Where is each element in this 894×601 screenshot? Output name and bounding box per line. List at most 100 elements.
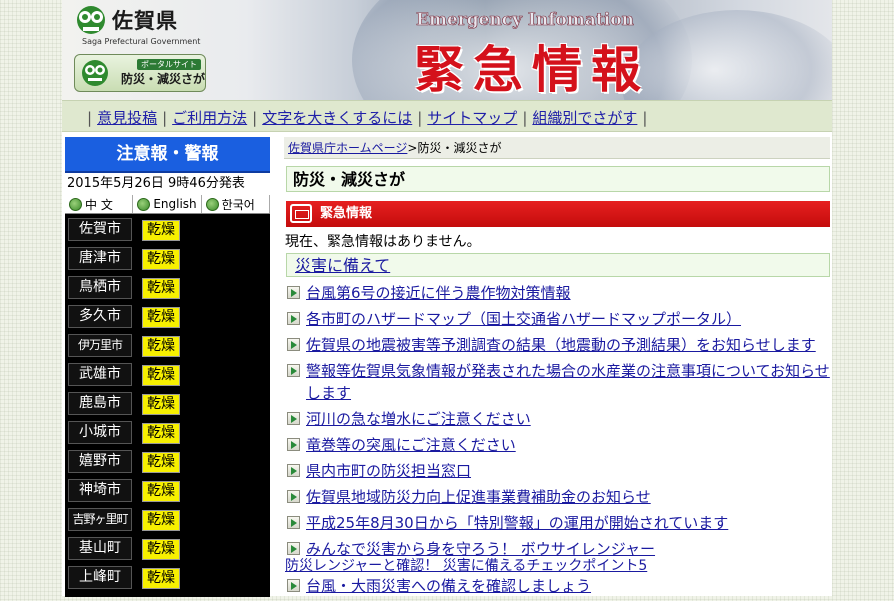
- portal-label: 防災・減災さが: [121, 72, 206, 86]
- section-heading-link[interactable]: 災害に備えて: [295, 256, 390, 275]
- list-item: 台風・大雨災害への備えを確認しましょう: [287, 575, 832, 597]
- arrow-icon: [287, 286, 300, 299]
- link-typhoon-preparation[interactable]: 台風・大雨災害への備えを確認しましょう: [306, 575, 591, 597]
- section-heading: 災害に備えて: [286, 253, 830, 277]
- dry-warning-badge: 乾燥: [142, 481, 180, 502]
- breadcrumb-home-link[interactable]: 佐賀県庁ホームページ: [288, 141, 407, 155]
- link-river-rise[interactable]: 河川の急な増水にご注意ください: [306, 408, 531, 430]
- city-warning-row[interactable]: 鹿島市 乾燥: [65, 388, 270, 417]
- dry-warning-badge: 乾燥: [142, 336, 180, 357]
- warnings-issued-time: 2015年5月26日 9時46分発表: [65, 173, 270, 195]
- city-name: 神埼市: [68, 479, 132, 502]
- list-item: 河川の急な増水にご注意ください: [287, 408, 832, 430]
- top-navigation: | 意見投稿 | ご利用方法 | 文字を大きくするには | サイトマップ | 組織別でさがす |: [62, 100, 832, 132]
- dry-warning-badge: 乾燥: [142, 249, 180, 270]
- city-name: 武雄市: [68, 363, 132, 386]
- nav-separator: |: [417, 109, 423, 127]
- city-warning-row[interactable]: 基山町 乾燥: [65, 533, 270, 562]
- dry-warning-badge: 乾燥: [142, 539, 180, 560]
- emergency-notice: 現在、緊急情報はありません。: [285, 234, 481, 250]
- header-banner: 佐賀県 Saga Prefectural Government ポータルサイト …: [62, 0, 832, 100]
- nav-link-howto[interactable]: ご利用方法: [172, 109, 247, 127]
- city-name: 鳥栖市: [68, 276, 132, 299]
- link-subsidy[interactable]: 佐賀県地域防災力向上促進事業費補助金のお知らせ: [306, 486, 651, 508]
- city-warning-row[interactable]: 上峰町 乾燥: [65, 562, 270, 591]
- city-warning-row[interactable]: 鳥栖市 乾燥: [65, 272, 270, 301]
- dry-warning-badge: 乾燥: [142, 307, 180, 328]
- disaster-prep-link-list: 台風第6号の接近に伴う農作物対策情報 各市町のハザードマップ（国土交通省ハザード…: [287, 282, 832, 564]
- link-special-warning[interactable]: 平成25年8月30日から「特別警報」の運用が開始されています: [306, 512, 728, 534]
- link-fisheries-notice[interactable]: 警報等佐賀県気象情報が発表された場合の水産業の注意事項についてお知らせします: [306, 360, 832, 404]
- city-name: 嬉野市: [68, 450, 132, 473]
- saga-emblem-icon: [77, 6, 105, 34]
- breadcrumb: 佐賀県庁ホームページ>防災・減災さが: [284, 137, 830, 159]
- arrow-icon: [287, 542, 300, 555]
- logo-subtitle: Saga Prefectural Government: [82, 37, 201, 46]
- lang-english[interactable]: English: [133, 195, 202, 213]
- city-warning-row[interactable]: 唐津市 乾燥: [65, 243, 270, 272]
- language-selector: 中 文 English 한국어: [65, 195, 270, 214]
- bousai-emblem-icon: [82, 60, 108, 86]
- list-item: 佐賀県の地震被害等予測調査の結果（地震動の予測結果）をお知らせします: [287, 334, 832, 356]
- checkpoint-link-row: 防災レンジャーと確認！ 災害に備えるチェックポイント5: [285, 555, 647, 575]
- city-warning-row[interactable]: 伊万里市 乾燥: [65, 330, 270, 359]
- bousai-portal-button[interactable]: ポータルサイト 防災・減災さが: [74, 54, 206, 92]
- lang-label: English: [153, 197, 197, 211]
- city-name: 小城市: [68, 421, 132, 444]
- nav-link-opinion[interactable]: 意見投稿: [97, 109, 157, 127]
- city-warning-row[interactable]: 神埼市 乾燥: [65, 475, 270, 504]
- list-item: 各市町のハザードマップ（国土交通省ハザードマップポータル）: [287, 308, 832, 330]
- arrow-icon: [287, 364, 300, 377]
- city-warning-row[interactable]: 佐賀市 乾燥: [65, 214, 270, 243]
- portal-tag: ポータルサイト: [137, 59, 201, 70]
- lang-korean[interactable]: 한국어: [202, 195, 270, 213]
- saga-prefecture-logo[interactable]: 佐賀県 Saga Prefectural Government: [74, 3, 206, 47]
- city-name: 佐賀市: [68, 218, 132, 241]
- lang-chinese[interactable]: 中 文: [65, 195, 134, 213]
- dry-warning-badge: 乾燥: [142, 365, 180, 386]
- nav-separator: |: [252, 109, 258, 127]
- list-item: 佐賀県地域防災力向上促進事業費補助金のお知らせ: [287, 486, 832, 508]
- arrow-icon: [287, 490, 300, 503]
- city-name: 唐津市: [68, 247, 132, 270]
- nav-link-sitemap[interactable]: サイトマップ: [427, 109, 517, 127]
- city-warning-row[interactable]: 多久市 乾燥: [65, 301, 270, 330]
- last-link-row: 台風・大雨災害への備えを確認しましょう: [287, 575, 832, 601]
- arrow-icon: [287, 464, 300, 477]
- city-name: 多久市: [68, 305, 132, 328]
- city-warning-row[interactable]: 武雄市 乾燥: [65, 359, 270, 388]
- nav-separator: |: [642, 109, 648, 127]
- city-warning-row[interactable]: 嬉野市 乾燥: [65, 446, 270, 475]
- link-earthquake-survey[interactable]: 佐賀県の地震被害等予測調査の結果（地震動の予測結果）をお知らせします: [306, 334, 816, 356]
- arrow-icon: [287, 516, 300, 529]
- emergency-info-bar: 緊急情報: [286, 201, 830, 227]
- dry-warning-badge: 乾燥: [142, 423, 180, 444]
- arrow-icon: [287, 438, 300, 451]
- globe-icon: [69, 197, 82, 211]
- emergency-monitor-icon: [290, 204, 312, 223]
- dry-warning-badge: 乾燥: [142, 220, 180, 241]
- link-contacts[interactable]: 県内市町の防災担当窓口: [306, 460, 471, 482]
- nav-link-organization[interactable]: 組織別でさがす: [532, 109, 637, 127]
- city-name: 鹿島市: [68, 392, 132, 415]
- dry-warning-badge: 乾燥: [142, 510, 180, 531]
- link-tornado[interactable]: 竜巻等の突風にご注意ください: [306, 434, 516, 456]
- arrow-icon: [287, 412, 300, 425]
- link-typhoon-crops[interactable]: 台風第6号の接近に伴う農作物対策情報: [306, 282, 571, 304]
- nav-separator: |: [87, 109, 93, 127]
- lang-label: 한국어: [221, 197, 255, 212]
- list-item: 竜巻等の突風にご注意ください: [287, 434, 832, 456]
- banner-japanese-title: 緊急情報: [414, 41, 650, 99]
- banner-english-title: Emergency Infomation: [416, 10, 635, 31]
- city-name: 吉野ヶ里町: [68, 508, 132, 531]
- nav-link-large-text[interactable]: 文字を大きくするには: [262, 109, 412, 127]
- link-checkpoint[interactable]: 防災レンジャーと確認！ 災害に備えるチェックポイント5: [285, 558, 647, 574]
- city-warning-row[interactable]: 小城市 乾燥: [65, 417, 270, 446]
- arrow-icon: [287, 312, 300, 325]
- nav-separator: |: [162, 109, 168, 127]
- city-name: 上峰町: [68, 566, 132, 589]
- breadcrumb-separator: >: [407, 141, 418, 155]
- link-hazard-map[interactable]: 各市町のハザードマップ（国土交通省ハザードマップポータル）: [306, 308, 741, 330]
- city-warning-row[interactable]: 吉野ヶ里町 乾燥: [65, 504, 270, 533]
- page-frame: 佐賀県 Saga Prefectural Government ポータルサイト …: [62, 0, 832, 597]
